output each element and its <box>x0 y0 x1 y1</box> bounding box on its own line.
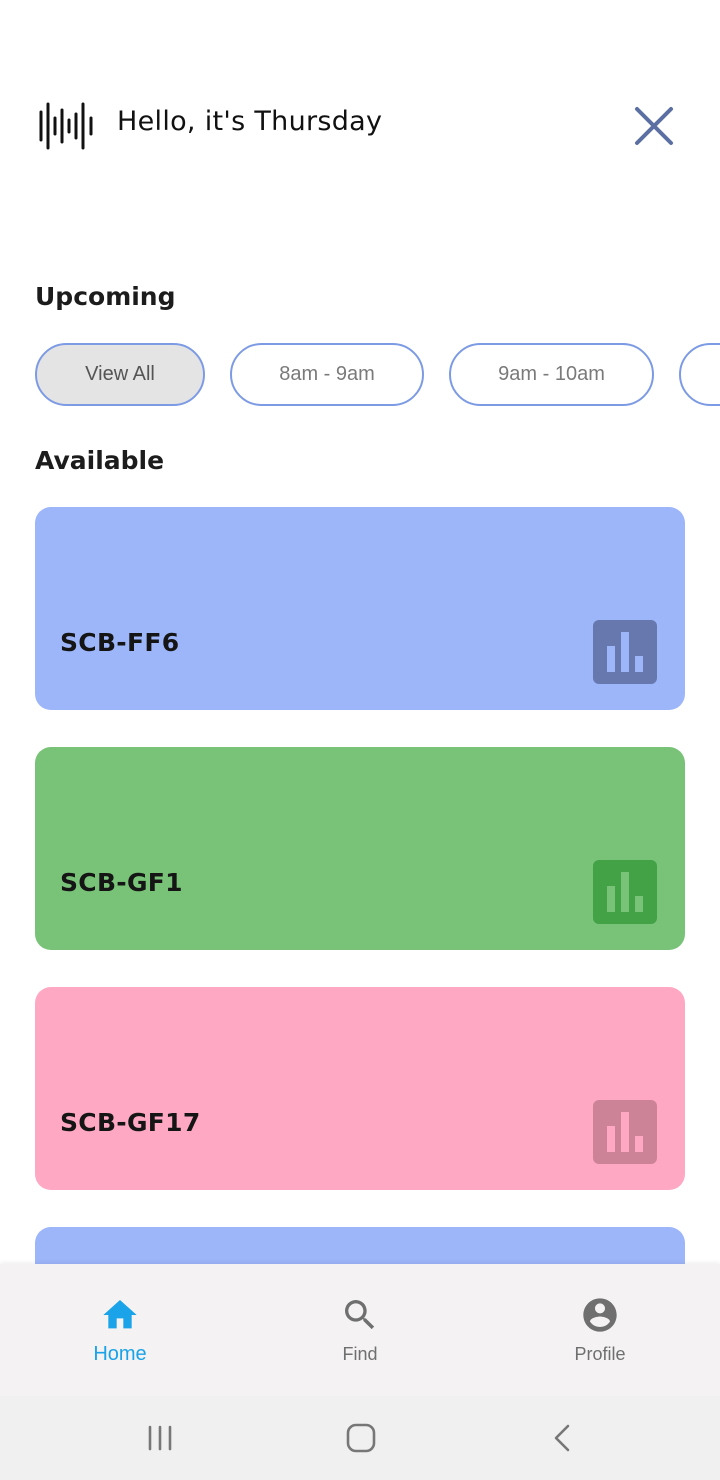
nav-find-label: Find <box>342 1344 378 1364</box>
chip-next-slot[interactable] <box>679 343 720 406</box>
back-icon <box>554 1424 570 1452</box>
room-card[interactable]: SCB-FF6 <box>35 507 685 710</box>
room-stats-button[interactable] <box>593 620 657 684</box>
home-icon <box>103 1300 137 1329</box>
search-icon <box>345 1300 375 1330</box>
system-navigation-bar <box>0 1396 720 1480</box>
nav-home-label: Home <box>93 1343 147 1365</box>
room-card[interactable]: SCB-GF17 <box>35 987 685 1190</box>
room-name: SCB-GF17 <box>60 1108 201 1137</box>
upcoming-heading: Upcoming <box>35 282 176 311</box>
bar-chart-icon <box>607 632 643 672</box>
room-name: SCB-GF1 <box>60 868 183 897</box>
account-circle-icon <box>583 1298 617 1332</box>
chip-9am-10am[interactable]: 9am - 10am <box>449 343 654 406</box>
time-slot-chips: View All 8am - 9am 9am - 10am <box>0 343 720 407</box>
system-home-button[interactable] <box>331 1414 391 1462</box>
room-stats-button[interactable] <box>593 860 657 924</box>
available-heading: Available <box>35 446 165 475</box>
close-icon <box>635 107 673 145</box>
room-card[interactable] <box>35 1227 685 1264</box>
system-back-button[interactable] <box>533 1414 593 1462</box>
nav-profile[interactable]: Profile <box>520 1264 680 1396</box>
home-circle-icon <box>346 1423 376 1453</box>
greeting-text: Hello, it's Thursday <box>117 106 383 137</box>
room-card[interactable]: SCB-GF1 <box>35 747 685 950</box>
chip-view-all[interactable]: View All <box>35 343 205 406</box>
sound-wave-icon <box>39 102 93 150</box>
room-stats-button[interactable] <box>593 1100 657 1164</box>
bar-chart-icon <box>607 872 643 912</box>
room-name: SCB-FF6 <box>60 628 180 657</box>
recent-apps-button[interactable] <box>130 1414 190 1462</box>
chip-8am-9am[interactable]: 8am - 9am <box>230 343 424 406</box>
recent-apps-icon <box>148 1425 172 1451</box>
bottom-navigation: Home Find Profile <box>0 1264 720 1396</box>
nav-profile-label: Profile <box>574 1344 626 1364</box>
nav-home[interactable]: Home <box>40 1264 200 1396</box>
available-room-list: SCB-FF6 SCB-GF1 SCB-GF17 <box>0 507 720 1264</box>
bar-chart-icon <box>607 1112 643 1152</box>
nav-find[interactable]: Find <box>280 1264 440 1396</box>
app-header: Hello, it's Thursday <box>0 0 720 240</box>
close-button[interactable] <box>624 96 684 156</box>
